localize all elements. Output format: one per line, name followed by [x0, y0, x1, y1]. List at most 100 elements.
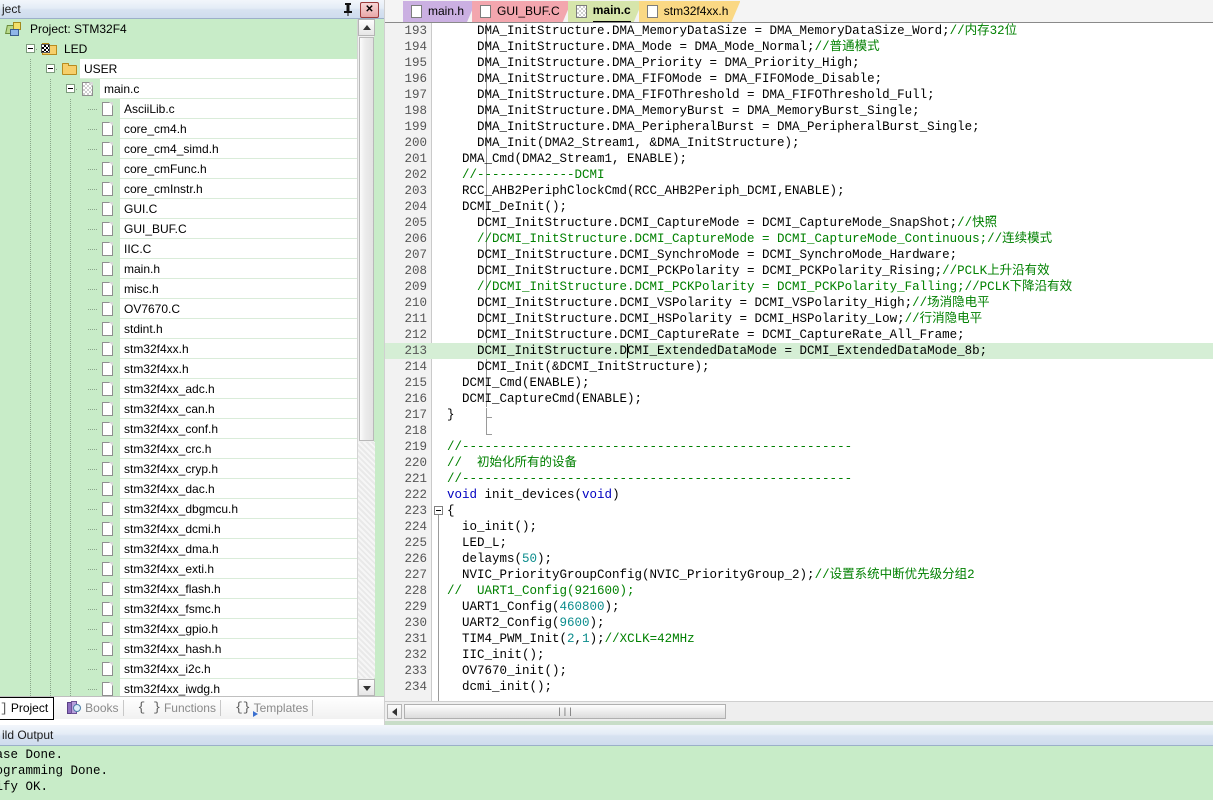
- project-tab-templates[interactable]: {}Templates: [230, 697, 313, 719]
- editor-tab-stm32f4xx-h[interactable]: stm32f4xx.h: [639, 1, 741, 22]
- editor-tab-main-h[interactable]: main.h: [403, 1, 476, 22]
- code-line[interactable]: 197 DMA_InitStructure.DMA_FIFOThreshold …: [385, 87, 1213, 103]
- tree-item-stm32f4xx-flash-h[interactable]: stm32f4xx_flash.h: [0, 579, 358, 599]
- editor-tab-gui-buf-c[interactable]: GUI_BUF.C: [472, 1, 572, 22]
- tree-item-project-stm32f4[interactable]: Project: STM32F4: [0, 19, 358, 39]
- tree-item-stm32f4xx-cryp-h[interactable]: stm32f4xx_cryp.h: [0, 459, 358, 479]
- tree-item-stm32f4xx-dac-h[interactable]: stm32f4xx_dac.h: [0, 479, 358, 499]
- tree-item-core-cminstr-h[interactable]: core_cmInstr.h: [0, 179, 358, 199]
- tree-item-stm32f4xx-hash-h[interactable]: stm32f4xx_hash.h: [0, 639, 358, 659]
- build-output-text[interactable]: rase Done.rogramming Done.rify OK.: [0, 747, 1213, 800]
- code-line[interactable]: 217}: [385, 407, 1213, 423]
- editor-tab-main-c[interactable]: main.c: [568, 1, 643, 22]
- code-line[interactable]: 230 UART2_Config(9600);: [385, 615, 1213, 631]
- code-line[interactable]: 212 DCMI_InitStructure.DCMI_CaptureRate …: [385, 327, 1213, 343]
- pin-icon[interactable]: [340, 2, 356, 17]
- project-tab-functions[interactable]: { }Functions: [133, 697, 221, 719]
- tree-item-gui-c[interactable]: GUI.C: [0, 199, 358, 219]
- tree-item-stm32f4xx-conf-h[interactable]: stm32f4xx_conf.h: [0, 419, 358, 439]
- tree-item-stm32f4xx-gpio-h[interactable]: stm32f4xx_gpio.h: [0, 619, 358, 639]
- code-line[interactable]: 215 DCMI_Cmd(ENABLE);: [385, 375, 1213, 391]
- code-line[interactable]: 202 //-------------DCMI: [385, 167, 1213, 183]
- tree-item-misc-h[interactable]: misc.h: [0, 279, 358, 299]
- scroll-left-button[interactable]: [387, 704, 402, 719]
- code-line[interactable]: 198 DMA_InitStructure.DMA_MemoryBurst = …: [385, 103, 1213, 119]
- code-line[interactable]: 210 DCMI_InitStructure.DCMI_VSPolarity =…: [385, 295, 1213, 311]
- project-tab-project[interactable]: ]Project: [0, 697, 54, 720]
- code-line[interactable]: 196 DMA_InitStructure.DMA_FIFOMode = DMA…: [385, 71, 1213, 87]
- tree-item-stm32f4xx-dbgmcu-h[interactable]: stm32f4xx_dbgmcu.h: [0, 499, 358, 519]
- code-line[interactable]: 203 RCC_AHB2PeriphClockCmd(RCC_AHB2Perip…: [385, 183, 1213, 199]
- code-line[interactable]: 211 DCMI_InitStructure.DCMI_HSPolarity =…: [385, 311, 1213, 327]
- tree-item-stm32f4xx-dcmi-h[interactable]: stm32f4xx_dcmi.h: [0, 519, 358, 539]
- code-line[interactable]: 218: [385, 423, 1213, 439]
- tree-item-led[interactable]: LED: [0, 39, 358, 59]
- code-line[interactable]: 223{: [385, 503, 1213, 519]
- tree-expander-icon[interactable]: [26, 44, 35, 53]
- tree-item-stm32f4xx-fsmc-h[interactable]: stm32f4xx_fsmc.h: [0, 599, 358, 619]
- code-line[interactable]: 209 //DCMI_InitStructure.DCMI_PCKPolarit…: [385, 279, 1213, 295]
- code-line[interactable]: 224 io_init();: [385, 519, 1213, 535]
- scrollbar-thumb[interactable]: [359, 37, 374, 441]
- tree-item-core-cm4-simd-h[interactable]: core_cm4_simd.h: [0, 139, 358, 159]
- tree-item-main-h[interactable]: main.h: [0, 259, 358, 279]
- code-lines[interactable]: 193 DMA_InitStructure.DMA_MemoryDataSize…: [385, 23, 1213, 701]
- code-line[interactable]: 227 NVIC_PriorityGroupConfig(NVIC_Priori…: [385, 567, 1213, 583]
- project-tab-books[interactable]: Books: [62, 697, 123, 719]
- tree-item-stm32f4xx-h[interactable]: stm32f4xx.h: [0, 339, 358, 359]
- hscrollbar-thumb[interactable]: |||: [404, 704, 726, 719]
- scrollbar-track[interactable]: [358, 442, 375, 678]
- tree-expander-icon[interactable]: [66, 84, 75, 93]
- tree-item-core-cm4-h[interactable]: core_cm4.h: [0, 119, 358, 139]
- code-line[interactable]: 228// UART1_Config(921600);: [385, 583, 1213, 599]
- tree-item-main-c[interactable]: main.c: [0, 79, 358, 99]
- code-editor[interactable]: 193 DMA_InitStructure.DMA_MemoryDataSize…: [385, 23, 1213, 701]
- tree-item-stm32f4xx-i2c-h[interactable]: stm32f4xx_i2c.h: [0, 659, 358, 679]
- code-line[interactable]: 201 DMA_Cmd(DMA2_Stream1, ENABLE);: [385, 151, 1213, 167]
- close-icon[interactable]: ✕: [360, 2, 379, 18]
- tree-item-stm32f4xx-h[interactable]: stm32f4xx.h: [0, 359, 358, 379]
- editor-horizontal-scrollbar[interactable]: |||: [385, 701, 1213, 721]
- tree-item-stdint-h[interactable]: stdint.h: [0, 319, 358, 339]
- code-line[interactable]: 208 DCMI_InitStructure.DCMI_PCKPolarity …: [385, 263, 1213, 279]
- code-line[interactable]: 231 TIM4_PWM_Init(2,1);//XCLK=42MHz: [385, 631, 1213, 647]
- code-line[interactable]: 226 delayms(50);: [385, 551, 1213, 567]
- code-line[interactable]: 205 DCMI_InitStructure.DCMI_CaptureMode …: [385, 215, 1213, 231]
- code-line[interactable]: 225 LED_L;: [385, 535, 1213, 551]
- code-line[interactable]: 233 OV7670_init();: [385, 663, 1213, 679]
- tree-item-stm32f4xx-dma-h[interactable]: stm32f4xx_dma.h: [0, 539, 358, 559]
- tree-item-ov7670-c[interactable]: OV7670.C: [0, 299, 358, 319]
- code-line[interactable]: 234 dcmi_init();: [385, 679, 1213, 695]
- tree-item-stm32f4xx-exti-h[interactable]: stm32f4xx_exti.h: [0, 559, 358, 579]
- code-line[interactable]: 221//-----------------------------------…: [385, 471, 1213, 487]
- code-line[interactable]: 216 DCMI_CaptureCmd(ENABLE);: [385, 391, 1213, 407]
- tree-item-gui-buf-c[interactable]: GUI_BUF.C: [0, 219, 358, 239]
- scroll-down-button[interactable]: [358, 679, 375, 696]
- tree-expander-icon[interactable]: [46, 64, 55, 73]
- code-line[interactable]: 232 IIC_init();: [385, 647, 1213, 663]
- tree-item-iic-c[interactable]: IIC.C: [0, 239, 358, 259]
- code-line[interactable]: 195 DMA_InitStructure.DMA_Priority = DMA…: [385, 55, 1213, 71]
- code-line[interactable]: 206 //DCMI_InitStructure.DCMI_CaptureMod…: [385, 231, 1213, 247]
- tree-item-core-cmfunc-h[interactable]: core_cmFunc.h: [0, 159, 358, 179]
- tree-item-stm32f4xx-iwdg-h[interactable]: stm32f4xx_iwdg.h: [0, 679, 358, 696]
- tree-item-asciilib-c[interactable]: AsciiLib.c: [0, 99, 358, 119]
- project-tree-scrollbar[interactable]: [357, 19, 374, 696]
- code-line[interactable]: 194 DMA_InitStructure.DMA_Mode = DMA_Mod…: [385, 39, 1213, 55]
- code-line[interactable]: 229 UART1_Config(460800);: [385, 599, 1213, 615]
- code-line[interactable]: 222void init_devices(void): [385, 487, 1213, 503]
- code-line[interactable]: 214 DCMI_Init(&DCMI_InitStructure);: [385, 359, 1213, 375]
- code-line[interactable]: 204 DCMI_DeInit();: [385, 199, 1213, 215]
- tree-item-user[interactable]: USER: [0, 59, 358, 79]
- scroll-up-button[interactable]: [358, 19, 375, 36]
- tree-item-stm32f4xx-crc-h[interactable]: stm32f4xx_crc.h: [0, 439, 358, 459]
- code-line[interactable]: 219//-----------------------------------…: [385, 439, 1213, 455]
- tree-item-stm32f4xx-can-h[interactable]: stm32f4xx_can.h: [0, 399, 358, 419]
- code-line[interactable]: 207 DCMI_InitStructure.DCMI_SynchroMode …: [385, 247, 1213, 263]
- code-line[interactable]: 199 DMA_InitStructure.DMA_PeripheralBurs…: [385, 119, 1213, 135]
- code-line[interactable]: 200 DMA_Init(DMA2_Stream1, &DMA_InitStru…: [385, 135, 1213, 151]
- code-line[interactable]: 213 DCMI_InitStructure.DCMI_ExtendedData…: [385, 343, 1213, 359]
- code-line[interactable]: 193 DMA_InitStructure.DMA_MemoryDataSize…: [385, 23, 1213, 39]
- code-line[interactable]: 220// 初始化所有的设备: [385, 455, 1213, 471]
- project-tree[interactable]: Project: STM32F4LEDUSERmain.cAsciiLib.cc…: [0, 19, 358, 696]
